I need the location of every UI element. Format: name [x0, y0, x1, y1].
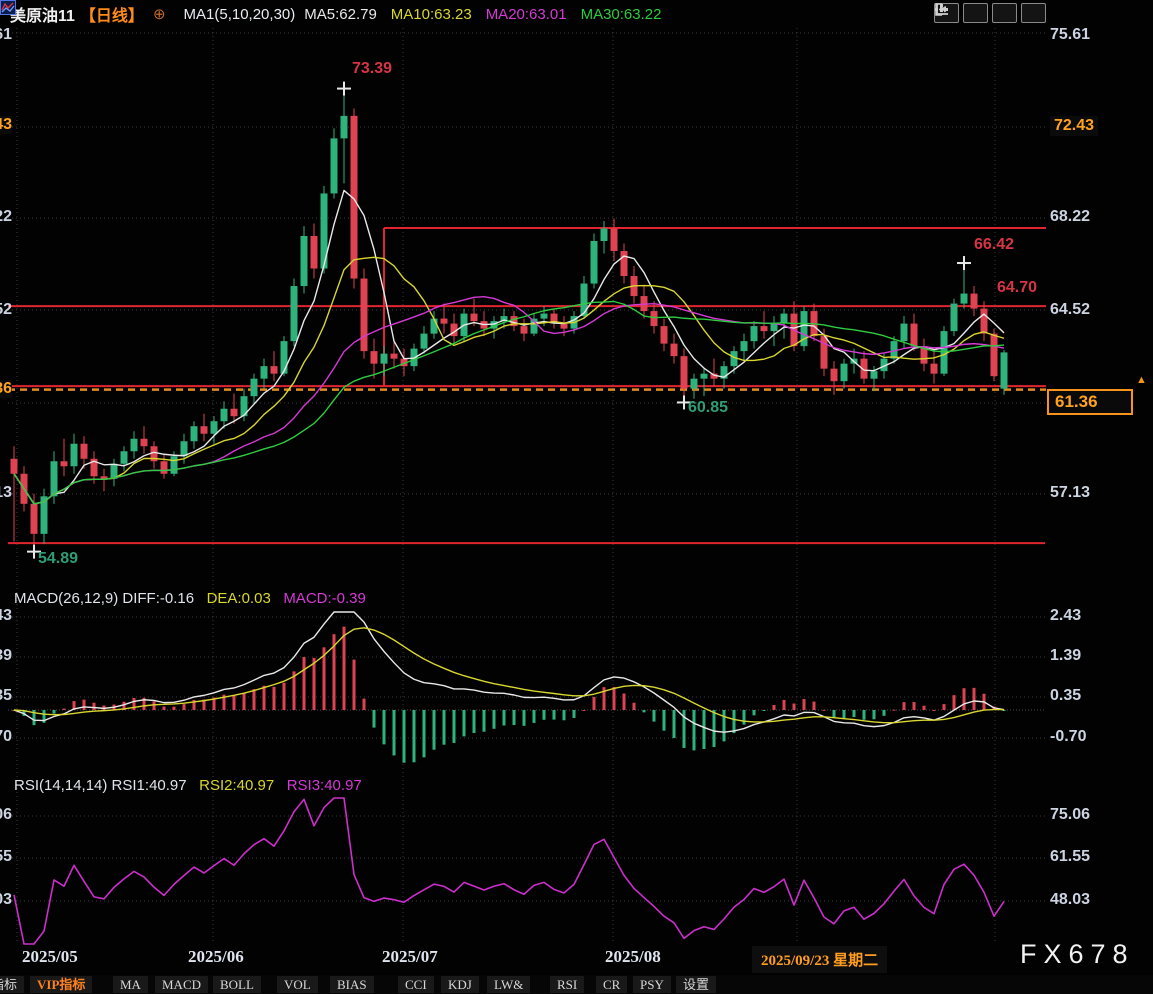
watermark: FX678: [1020, 939, 1135, 970]
zoom-out-icon[interactable]: [963, 3, 988, 23]
price-axis-label: 64.52: [1050, 301, 1090, 319]
bottom-tab-bar: 指标 VIP指标 MA MACD BOLL VOL BIAS CCI KDJ LW&RSI CR PS…: [0, 975, 1153, 994]
tab-vip-indicator[interactable]: VIP指标: [30, 976, 92, 993]
x-axis-label: 2025/07: [382, 947, 438, 967]
x-axis-label: 2025/05: [22, 947, 78, 967]
price-annotation: 66.42: [974, 236, 1014, 254]
macd-label-row: MACD(26,12,9) DIFF:-0.16 DEA:0.03 MACD:-…: [14, 590, 366, 607]
tab-macd[interactable]: MACD: [155, 976, 208, 993]
tab-cci[interactable]: CCI: [398, 976, 434, 993]
price-up-arrow-icon: ▲: [1136, 374, 1147, 386]
period-label: 【日线】: [80, 2, 144, 26]
price-annotation: 64.70: [997, 279, 1037, 297]
ma-value-label: MA20:63.01: [486, 6, 567, 23]
current-date-label: 2025/09/23 星期二: [752, 946, 887, 973]
ma-value-label: MA5:62.79: [304, 6, 377, 23]
ma-values: MA5:62.79 MA10:63.23 MA20:63.01 MA30:63.22: [304, 6, 661, 23]
rsi-axis-label-clipped: 75.06: [0, 806, 12, 824]
price-axis-label-clipped: 72.43: [0, 116, 12, 134]
macd-axis-label: 1.39: [1050, 647, 1081, 665]
price-annotation: 60.85: [688, 399, 728, 417]
macd-axis-label-clipped: 0.35: [0, 687, 12, 705]
rsi3-label: RSI3:40.97: [287, 777, 362, 794]
tab-lwa[interactable]: LW&: [487, 976, 530, 993]
price-axis-label-clipped: 61.36: [0, 380, 12, 398]
x-axis-label: 2025/08: [605, 947, 661, 967]
price-axis-label-clipped: 57.13: [0, 484, 12, 502]
expand-icon[interactable]: ⊕: [153, 5, 166, 23]
rsi1-label: RSI(14,14,14) RSI1:40.97: [14, 777, 187, 794]
tab-vol[interactable]: VOL: [277, 976, 318, 993]
ma-value-label: MA30:63.22: [581, 6, 662, 23]
rsi-axis-label-clipped: 61.55: [0, 848, 12, 866]
macd-axis-label: 2.43: [1050, 607, 1081, 625]
price-axis-label-clipped: 64.52: [0, 301, 12, 319]
current-price-badge: 61.36: [1047, 389, 1133, 415]
zoom-in-icon[interactable]: [992, 3, 1017, 23]
exit-icon[interactable]: [1021, 3, 1046, 23]
price-axis-label: 72.43: [1050, 116, 1098, 136]
macd-axis-label-clipped: -0.70: [0, 728, 12, 746]
rsi2-label: RSI2:40.97: [199, 777, 274, 794]
tab-indicator-partial[interactable]: 指标: [0, 976, 24, 993]
macd-axis-label: 0.35: [1050, 687, 1081, 705]
tab-rsi[interactable]: RSI: [550, 976, 584, 993]
tab-ma[interactable]: MA: [113, 976, 148, 993]
rsi-axis-label: 75.06: [1050, 806, 1090, 824]
price-annotation: 54.89: [38, 550, 78, 568]
price-axis-label: 57.13: [1050, 484, 1090, 502]
x-axis-label: 2025/06: [188, 947, 244, 967]
macd-axis-label-clipped: 2.43: [0, 607, 12, 625]
tab-settings[interactable]: 设置: [676, 976, 716, 993]
macd-dea-label: DEA:0.03: [207, 590, 271, 607]
price-annotation: 73.39: [352, 60, 392, 78]
price-axis-label-clipped: 75.61: [0, 26, 12, 44]
rsi-axis-label: 61.55: [1050, 848, 1090, 866]
macd-value-label: MACD:-0.39: [283, 590, 366, 607]
tab-bias[interactable]: BIAS: [330, 976, 374, 993]
rsi-axis-label-clipped: 48.03: [0, 891, 12, 909]
tab-boll[interactable]: BOLL: [213, 976, 261, 993]
chart-canvas[interactable]: [0, 0, 1153, 994]
price-axis-label: 68.22: [1050, 208, 1090, 226]
chart-app: 美原油11 【日线】 ⊕ MA1(5,10,20,30) MA5:62.79MA…: [0, 0, 1153, 994]
macd-axis-label-clipped: 1.39: [0, 647, 12, 665]
tab-cr[interactable]: CR: [596, 976, 627, 993]
macd-axis-label: -0.70: [1050, 728, 1086, 746]
ma-settings-label: MA1(5,10,20,30): [184, 6, 296, 23]
ma-value-label: MA10:63.23: [391, 6, 472, 23]
tab-psy[interactable]: PSY: [633, 976, 671, 993]
rsi-label-row: RSI(14,14,14) RSI1:40.97 RSI2:40.97 RSI3…: [14, 777, 362, 794]
macd-diff-label: MACD(26,12,9) DIFF:-0.16: [14, 590, 194, 607]
price-axis-label-clipped: 68.22: [0, 208, 12, 226]
symbol-title: 美原油11: [10, 2, 75, 26]
rsi-axis-label: 48.03: [1050, 891, 1090, 909]
price-axis-label: 75.61: [1050, 26, 1090, 44]
chart-toolbar: [934, 3, 1046, 23]
tab-kdj[interactable]: KDJ: [441, 976, 479, 993]
